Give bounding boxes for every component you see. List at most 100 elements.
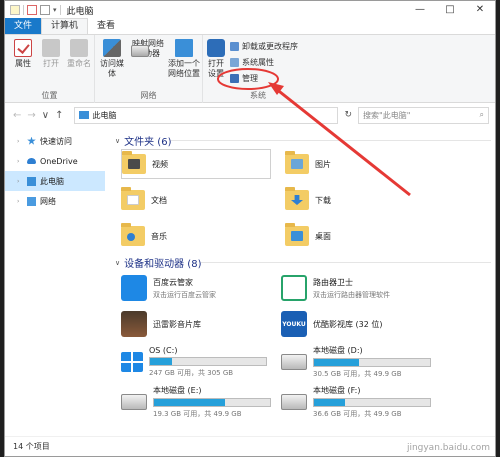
- access-media-label: 访问媒体: [100, 59, 124, 78]
- uninstall-programs-button[interactable]: 卸载或更改程序: [230, 41, 298, 52]
- title-bar: ▾ 此电脑 — □ ✕: [5, 1, 495, 19]
- quick-access-toolbar: ▾: [5, 5, 61, 15]
- app-xunlei-library[interactable]: 迅雷影音片库: [121, 309, 281, 339]
- expand-arrow-icon[interactable]: ›: [17, 158, 23, 165]
- divider: [201, 262, 491, 263]
- pictures-folder-icon: [285, 151, 309, 174]
- open-icon: [42, 39, 60, 57]
- breadcrumb[interactable]: 此电脑: [93, 110, 117, 121]
- hard-drive-icon: [281, 354, 307, 370]
- folder-item-videos[interactable]: 视频: [121, 149, 271, 179]
- properties-button[interactable]: 属性: [9, 39, 37, 69]
- up-button[interactable]: ↑: [55, 110, 63, 121]
- add-network-location-button[interactable]: 添加一个网络位置: [167, 39, 201, 79]
- hard-drive-icon: [281, 394, 307, 410]
- checkmark-icon: [14, 39, 32, 57]
- star-icon: [27, 136, 36, 145]
- expand-arrow-icon[interactable]: ›: [17, 138, 23, 145]
- group-label-location: 位置: [41, 91, 58, 100]
- devices-header[interactable]: ∨ 设备和驱动器 (8): [115, 255, 202, 271]
- folder-item-music[interactable]: 音乐: [121, 221, 271, 251]
- sidebar-item-this-pc[interactable]: › 此电脑: [5, 171, 105, 191]
- rename-button[interactable]: 重命名: [65, 39, 93, 69]
- folder-label: 视频: [152, 159, 168, 169]
- system-properties-button[interactable]: 系统属性: [230, 57, 274, 68]
- chevron-down-icon[interactable]: ∨: [115, 259, 120, 267]
- sidebar-item-label: 网络: [40, 196, 56, 206]
- forward-button[interactable]: →: [27, 110, 35, 121]
- divider: [171, 140, 491, 141]
- new-folder-icon[interactable]: [40, 5, 50, 15]
- group-location: 属性 打开 重命名 位置: [5, 35, 95, 103]
- xunlei-icon: [121, 311, 147, 337]
- folder-item-downloads[interactable]: 下载: [285, 185, 435, 215]
- drive-usage-fill: [150, 358, 173, 365]
- sidebar-item-onedrive[interactable]: › OneDrive: [5, 151, 105, 171]
- drive-name: 本地磁盘 (D:): [313, 346, 363, 355]
- folder-item-documents[interactable]: 文档: [121, 185, 271, 215]
- group-label-system: 系统: [250, 91, 266, 100]
- drive-c[interactable]: OS (C:) 247 GB 可用，共 305 GB: [121, 343, 281, 381]
- folder-item-desktop[interactable]: 桌面: [285, 221, 435, 251]
- pc-icon: [27, 176, 36, 186]
- sidebar-item-network[interactable]: › 网络: [5, 191, 105, 211]
- manage-label: 管理: [242, 74, 258, 83]
- app-subtitle: 双击运行百度云管家: [153, 290, 216, 299]
- manage-button[interactable]: 管理: [230, 73, 258, 84]
- drive-e[interactable]: 本地磁盘 (E:) 19.3 GB 可用，共 49.9 GB: [121, 383, 281, 421]
- map-network-drive-button[interactable]: 映射网络驱动器: [131, 39, 165, 59]
- app-baidu-cloud[interactable]: 百度云管家 双击运行百度云管家: [121, 273, 281, 303]
- open-settings-button[interactable]: 打开设置: [206, 39, 226, 79]
- drive-name: 本地磁盘 (E:): [153, 386, 202, 395]
- youku-icon: YOUKU: [281, 311, 307, 337]
- drive-f[interactable]: 本地磁盘 (F:) 36.6 GB 可用，共 49.9 GB: [281, 383, 441, 421]
- network-icon: [27, 196, 36, 206]
- tab-computer[interactable]: 计算机: [41, 18, 89, 34]
- tab-view[interactable]: 查看: [88, 18, 124, 34]
- media-icon: [103, 39, 121, 57]
- open-button[interactable]: 打开: [37, 39, 65, 69]
- folder-label: 图片: [315, 159, 331, 169]
- app-router-guard[interactable]: 路由器卫士 双击运行路由器管理软件: [281, 273, 441, 303]
- drive-usage-fill: [314, 399, 346, 406]
- desktop-folder-icon: [285, 223, 309, 246]
- drive-usage-bar: [313, 358, 431, 367]
- drive-name: OS (C:): [149, 346, 178, 355]
- system-properties-label: 系统属性: [242, 58, 274, 67]
- ribbon: 属性 打开 重命名 位置 访问媒体 映射网络驱动器 添加: [5, 35, 495, 103]
- expand-arrow-icon[interactable]: ›: [17, 198, 23, 205]
- pc-icon: [78, 111, 89, 119]
- content-pane: ∨ 文件夹 (6) 视频 图片 文档 下载 音乐 桌面 ∨ 设备和驱动器 (8)…: [109, 127, 495, 437]
- open-label: 打开: [43, 59, 59, 68]
- drive-d[interactable]: 本地磁盘 (D:) 30.5 GB 可用，共 49.9 GB: [281, 343, 441, 381]
- properties-icon[interactable]: [27, 5, 37, 15]
- folders-header[interactable]: ∨ 文件夹 (6): [115, 133, 172, 149]
- sidebar-item-quick-access[interactable]: › 快速访问: [5, 131, 105, 151]
- cloud-icon: [27, 158, 36, 164]
- divider: [23, 5, 24, 15]
- access-media-button[interactable]: 访问媒体: [97, 39, 127, 79]
- hard-drive-icon: [121, 394, 147, 410]
- devices-title: 设备和驱动器 (8): [124, 259, 202, 270]
- path-box[interactable]: 此电脑: [73, 106, 339, 124]
- maximize-button[interactable]: □: [435, 1, 465, 19]
- drive-usage-bar: [313, 398, 431, 407]
- app-name: 百度云管家: [153, 277, 193, 287]
- recent-locations-button[interactable]: ∨: [42, 110, 49, 121]
- customize-toolbar-dropdown[interactable]: ▾: [53, 6, 57, 14]
- tab-file[interactable]: 文件: [5, 18, 42, 34]
- search-input[interactable]: 搜索"此电脑" ⌕: [358, 106, 489, 124]
- expand-arrow-icon[interactable]: ›: [17, 178, 23, 185]
- folders-title: 文件夹 (6): [124, 137, 172, 148]
- back-button[interactable]: ←: [13, 110, 21, 121]
- folder-item-pictures[interactable]: 图片: [285, 149, 435, 179]
- properties-label: 属性: [15, 59, 31, 68]
- group-system: 打开设置 卸载或更改程序 系统属性 管理 系统: [203, 35, 313, 103]
- app-youku-library[interactable]: YOUKU 优酷影视库 (32 位): [281, 309, 441, 339]
- address-bar: ← → ∨ ↑ 此电脑 ↻ 搜索"此电脑" ⌕: [5, 103, 495, 127]
- close-button[interactable]: ✕: [465, 1, 495, 19]
- group-network: 访问媒体 映射网络驱动器 添加一个网络位置 网络: [95, 35, 203, 103]
- refresh-button[interactable]: ↻: [344, 110, 352, 120]
- minimize-button[interactable]: —: [405, 1, 435, 19]
- chevron-down-icon[interactable]: ∨: [115, 137, 120, 145]
